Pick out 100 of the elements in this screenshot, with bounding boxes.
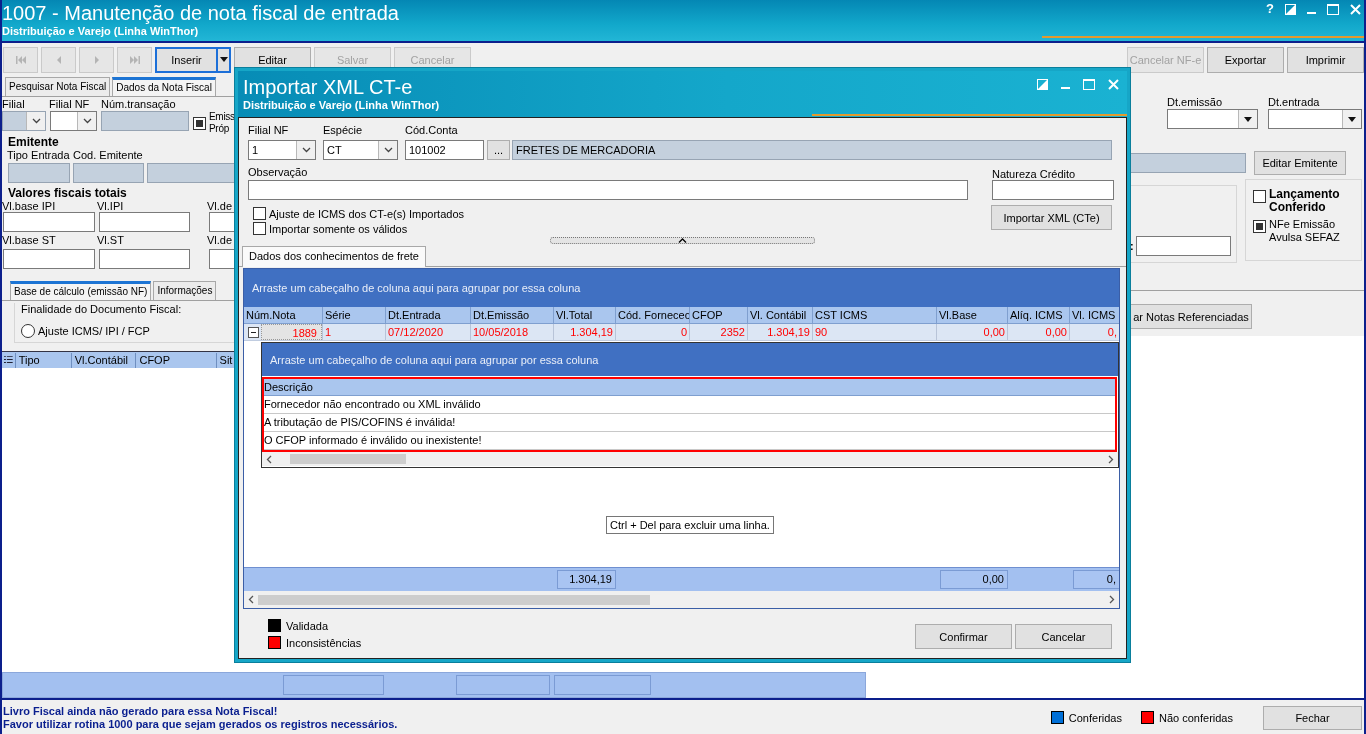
tooltip: Ctrl + Del para excluir uma linha.	[606, 516, 774, 534]
text-field[interactable]	[73, 163, 144, 183]
column-header[interactable]: Vl.Total	[554, 307, 616, 323]
scroll-thumb[interactable]	[258, 594, 650, 605]
text-field[interactable]	[101, 111, 189, 131]
cancel-button[interactable]: Cancelar	[1015, 624, 1112, 649]
help-button[interactable]: ?	[1266, 3, 1274, 15]
text-field[interactable]	[99, 249, 190, 269]
table-cell: A tributação de PIS/COFINS é inválida!	[264, 414, 1115, 432]
field-label: Vl.base IPI	[2, 200, 57, 212]
close-icon[interactable]	[1350, 3, 1361, 15]
column-header[interactable]: Vl.Base	[937, 307, 1008, 323]
close-icon[interactable]	[1108, 79, 1119, 90]
checkbox[interactable]: NFe Emissão Avulsa SEFAZ	[1253, 218, 1361, 244]
column-header[interactable]: Dt.Entrada	[386, 307, 471, 323]
dialog-subtitle: Distribuição e Varejo (Linha WinThor)	[243, 99, 441, 111]
checkbox[interactable]: Emiss Próp	[193, 111, 233, 135]
section-title: Emitente	[7, 136, 60, 148]
text-field[interactable]	[3, 249, 95, 269]
field-label: Vl.ST	[97, 234, 125, 246]
half-filled-square-icon[interactable]	[1285, 3, 1296, 15]
tab[interactable]: Pesquisar Nota Fiscal	[5, 77, 111, 96]
tab[interactable]: Informações	[153, 281, 217, 300]
group-by-hint: Arraste um cabeçalho de coluna aqui para agrupar por essa coluna	[262, 343, 1118, 376]
column-header[interactable]: Alíq. ICMS	[1008, 307, 1070, 323]
scrollbar[interactable]	[244, 591, 1119, 608]
tab[interactable]: Dados da Nota Fiscal	[112, 77, 216, 96]
field-label: Filial	[2, 98, 26, 110]
column-header[interactable]: Vl. ICMS	[1070, 307, 1119, 323]
text-field[interactable]	[992, 180, 1114, 200]
column-header[interactable]: Série	[323, 307, 386, 323]
column-header[interactable]: Cód. Fornecec	[616, 307, 690, 323]
text-field[interactable]	[8, 163, 70, 183]
edit-issuer-button[interactable]: Editar Emitente	[1254, 151, 1346, 175]
lookup-button[interactable]: ...	[487, 140, 510, 160]
chevron-left-icon[interactable]	[266, 454, 272, 464]
table-cell: 2352	[690, 324, 748, 340]
chevron-right-icon[interactable]	[1108, 454, 1114, 464]
column-header[interactable]: Tipo	[14, 352, 71, 368]
scroll-thumb[interactable]	[290, 454, 406, 464]
text-field[interactable]: 101002	[405, 140, 484, 160]
collapse-icon[interactable]	[248, 326, 259, 338]
legend-label: Não conferidas	[1159, 711, 1233, 724]
confirm-button[interactable]: Confirmar	[915, 624, 1012, 649]
toolbar-button[interactable]: Inserir	[155, 46, 218, 73]
text-field[interactable]	[1135, 236, 1231, 256]
text-field[interactable]	[1130, 153, 1246, 173]
radio-button[interactable]: Ajuste ICMS/ IPI / FCP	[21, 324, 234, 338]
dropdown-field[interactable]: CT	[323, 140, 398, 160]
checkbox[interactable]: Lançamento Conferido	[1253, 188, 1361, 214]
text-field[interactable]	[248, 180, 968, 200]
maximize-icon[interactable]	[1327, 3, 1339, 15]
caret-up-icon[interactable]	[678, 238, 687, 243]
tab[interactable]: Dados dos conhecimentos de frete	[242, 246, 426, 267]
field-label: Dt.emissão	[1167, 96, 1224, 108]
dropdown-field[interactable]	[1268, 109, 1362, 129]
toolbar-button[interactable]: Imprimir	[1287, 46, 1364, 73]
field-label: Natureza Crédito	[992, 168, 1076, 180]
text-field[interactable]	[147, 163, 235, 183]
column-header[interactable]: CFOP	[690, 307, 748, 323]
column-header[interactable]: Dt.Emissão	[471, 307, 554, 323]
dropdown-field[interactable]	[1167, 109, 1258, 129]
table-cell: 90	[813, 324, 937, 340]
maximize-icon[interactable]	[1083, 79, 1095, 90]
checkbox[interactable]: Ajuste de ICMS dos CT-e(s) Importados	[253, 207, 991, 220]
chevron-right-icon[interactable]	[1109, 595, 1115, 604]
dropdown-field[interactable]: 1	[248, 140, 316, 160]
table-cell: 0,00	[937, 324, 1008, 340]
table-cell: 1.304,19	[748, 324, 813, 340]
import-xml-button[interactable]: Importar XML (CTe)	[991, 205, 1112, 230]
legend-label: Inconsistências	[286, 636, 362, 649]
column-header[interactable]: Vl. Contábil	[748, 307, 813, 323]
total-cell: 0,00	[940, 570, 1008, 589]
toolbar-button[interactable]: Exportar	[1207, 46, 1284, 73]
half-filled-square-icon[interactable]	[1037, 79, 1048, 90]
column-header[interactable]: Vl.Contábil	[70, 352, 136, 368]
field-label: Filial NF	[248, 124, 290, 136]
checkbox[interactable]: Importar somente os válidos	[253, 222, 991, 235]
chevron-left-icon[interactable]	[248, 595, 254, 604]
scrollbar[interactable]	[262, 452, 1118, 466]
total-cell: 1.304,19	[557, 570, 616, 589]
field-label: Observação	[248, 166, 308, 178]
column-header[interactable]: CFOP	[135, 352, 216, 368]
close-button[interactable]: Fechar	[1263, 705, 1362, 730]
field-label: Dt.entrada	[1268, 96, 1321, 108]
dropdown-field[interactable]	[50, 111, 97, 131]
dropdown-button[interactable]	[218, 46, 231, 73]
grid-menu-icon[interactable]	[4, 355, 13, 365]
column-header[interactable]: Descrição	[264, 379, 1115, 396]
group-title: Finalidade do Documento Fiscal:	[21, 303, 182, 315]
tab[interactable]: Base de cálculo (emissão NF)	[10, 281, 152, 300]
text-field[interactable]	[99, 212, 190, 232]
description-field: FRETES DE MERCADORIA	[512, 140, 1112, 160]
column-header[interactable]: Núm.Nota	[244, 307, 323, 323]
column-header[interactable]: CST ICMS	[813, 307, 937, 323]
text-field[interactable]	[3, 212, 95, 232]
dropdown-field[interactable]	[2, 111, 46, 131]
chevron-icon	[301, 147, 311, 153]
splitter-handle[interactable]	[550, 237, 815, 244]
referenced-notes-button[interactable]: ar Notas Referenciadas	[1130, 304, 1252, 329]
